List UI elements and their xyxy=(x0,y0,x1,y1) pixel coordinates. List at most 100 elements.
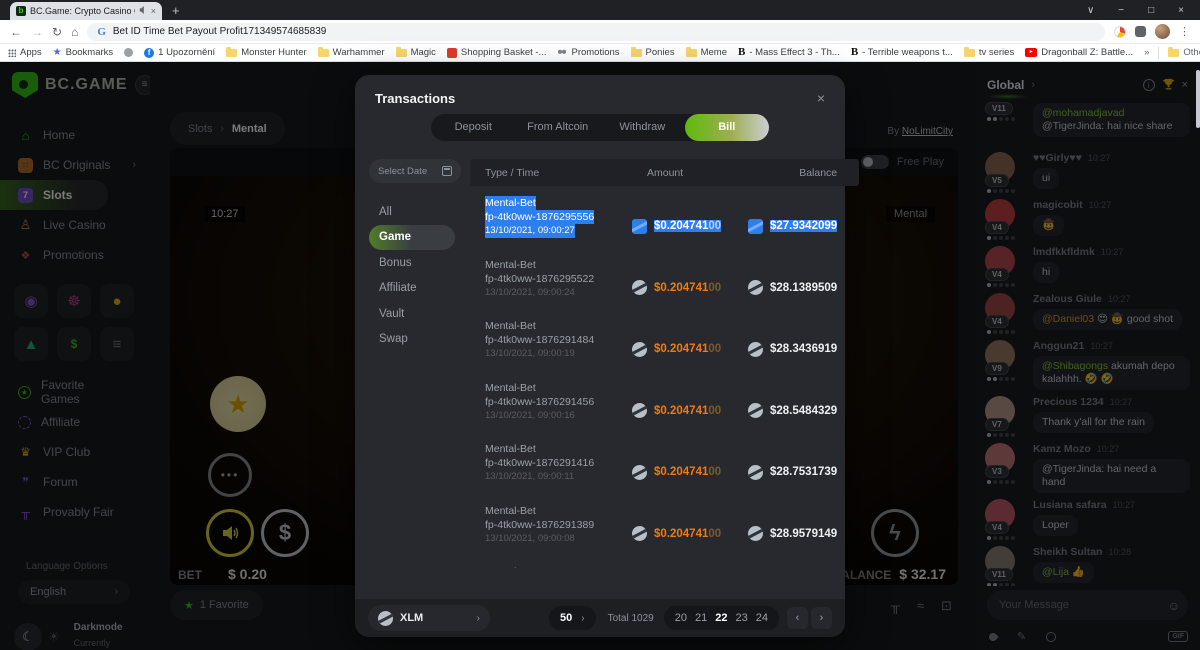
page-size-select[interactable]: 50 › xyxy=(549,606,596,630)
page-number[interactable]: 23 xyxy=(736,612,748,624)
modal-tab[interactable]: Withdraw xyxy=(600,114,685,141)
table-row[interactable]: Mental-Bet fp-4tk0ww-1876291416 13/10/20… xyxy=(470,432,859,494)
bookmark-item[interactable]: Ponies xyxy=(631,47,675,58)
tab-mute-icon[interactable] xyxy=(139,6,147,16)
prev-page-button[interactable]: ‹ xyxy=(787,607,808,629)
bookmark-icon xyxy=(318,49,329,57)
txn-amount-zeros: 00 xyxy=(708,528,721,540)
bookmark-item[interactable]: B - Terrible weapons t... xyxy=(851,47,953,58)
window-close-icon[interactable]: × xyxy=(1178,5,1184,16)
other-bookmarks[interactable]: Other bookmarks xyxy=(1168,47,1200,58)
modal-close-icon[interactable]: × xyxy=(817,91,825,106)
window-menu-icon[interactable]: ∨ xyxy=(1087,5,1094,16)
txn-rows: Mental-Bet fp-4tk0ww-1876295556 13/10/20… xyxy=(470,186,859,568)
total-count: Total 1029 xyxy=(608,613,654,624)
txn-date: 13/10/2021, 09:00:19 xyxy=(485,347,575,361)
extensions-puzzle-icon[interactable] xyxy=(1135,26,1146,37)
chevron-right-icon: › xyxy=(477,613,480,624)
modal-tab[interactable]: Deposit xyxy=(431,114,516,141)
modal-tabs: DepositFrom AltcoinWithdrawBill xyxy=(431,114,769,141)
bookmark-item[interactable]: Monster Hunter xyxy=(226,47,306,58)
txn-balance: $28.7531739 xyxy=(770,466,837,478)
bookmark-item[interactable]: Shopping Basket -... xyxy=(447,47,547,58)
txn-id: fp-4tk0ww-1876291484 xyxy=(485,333,594,347)
extension-icon[interactable] xyxy=(1114,26,1126,38)
bookmark-icon xyxy=(396,49,407,57)
address-bar[interactable]: G Bet ID Time Bet Payout Profit171349574… xyxy=(87,23,1105,41)
bookmark-item[interactable]: tv series xyxy=(964,47,1014,58)
modal-title: Transactions xyxy=(375,91,455,106)
modal-tab[interactable]: From Altcoin xyxy=(516,114,601,141)
modal-menu-item[interactable]: All xyxy=(369,199,455,225)
bookmark-item[interactable]: B - Mass Effect 3 - Th... xyxy=(738,47,840,58)
window-minimize-icon[interactable]: − xyxy=(1118,5,1124,16)
bookmark-item[interactable]: Promotions xyxy=(557,47,619,58)
modal-menu-item[interactable]: Vault xyxy=(369,301,455,327)
url-text: Bet ID Time Bet Payout Profit17134957468… xyxy=(113,26,326,37)
modal-menu-item[interactable]: Bonus xyxy=(369,250,455,276)
modal-menu-item[interactable]: Swap xyxy=(369,327,455,353)
bookmark-item[interactable]: ★ Bookmarks xyxy=(53,47,113,58)
currency-select[interactable]: XLM › xyxy=(368,605,490,631)
tab-close-icon[interactable]: × xyxy=(151,6,156,16)
modal-menu-item[interactable]: Affiliate xyxy=(369,276,455,302)
table-row[interactable]: Mental-Bet fp-4tk0ww-1876291456 13/10/20… xyxy=(470,371,859,433)
table-row[interactable]: Mental-Bet fp-4tk0ww-1876295522 13/10/20… xyxy=(470,248,859,310)
bookmark-item[interactable]: Magic xyxy=(396,47,436,58)
currency-code: XLM xyxy=(400,612,423,624)
window-maximize-icon[interactable]: □ xyxy=(1148,5,1154,16)
browser-toolbar: ← → ↻ ⌂ G Bet ID Time Bet Payout Profit1… xyxy=(0,20,1200,44)
home-icon[interactable]: ⌂ xyxy=(71,26,78,38)
bookmark-icon: B xyxy=(738,48,745,57)
page-number[interactable]: 22 xyxy=(715,612,727,624)
page-scrollbar[interactable] xyxy=(1196,70,1200,128)
bookmark-icon xyxy=(686,49,697,57)
bookmark-icon xyxy=(631,49,642,57)
profile-avatar[interactable] xyxy=(1155,24,1170,39)
back-icon[interactable]: ← xyxy=(10,26,22,38)
modal-menu-item[interactable]: Game xyxy=(369,225,455,251)
page-number[interactable]: 24 xyxy=(756,612,768,624)
page-number[interactable]: 20 xyxy=(675,612,687,624)
txn-id: fp-4tk0ww-1876291389 xyxy=(485,518,594,532)
folder-icon xyxy=(1168,49,1179,57)
transactions-modal: Transactions × DepositFrom AltcoinWithdr… xyxy=(355,75,845,637)
browser-tab[interactable]: b BC.Game: Crypto Casino Gam × xyxy=(10,2,162,20)
txn-date: 13/10/2021, 09:00:27 xyxy=(485,224,575,238)
xlm-coin-icon xyxy=(748,219,763,234)
calendar-icon xyxy=(442,166,452,176)
bookmark-item[interactable]: Apps xyxy=(8,47,42,58)
chevron-right-icon: › xyxy=(581,613,584,624)
bcgame-favicon: b xyxy=(16,6,26,16)
xlm-coin-icon xyxy=(748,526,763,541)
txn-amount: $0.20474100 xyxy=(654,220,721,232)
txn-amount: $0.20474100 xyxy=(654,405,721,417)
reload-icon[interactable]: ↻ xyxy=(52,26,62,38)
bookmark-item[interactable]: Meme xyxy=(686,47,727,58)
table-row[interactable]: Mental-Bet fp-4tk0ww-1876291484 13/10/20… xyxy=(470,309,859,371)
bookmarks-overflow-icon[interactable]: » xyxy=(1144,47,1149,58)
page-number[interactable]: 21 xyxy=(695,612,707,624)
browser-menu-icon[interactable]: ⋮ xyxy=(1179,25,1190,38)
bookmark-icon xyxy=(964,49,975,57)
bookmark-item[interactable]: Warhammer xyxy=(318,47,385,58)
bookmark-icon xyxy=(226,49,237,57)
bookmark-icon: ★ xyxy=(53,49,62,57)
next-page-button[interactable]: › xyxy=(811,607,832,629)
bookmark-icon xyxy=(447,48,457,58)
modal-tab[interactable]: Bill xyxy=(685,114,770,141)
txn-amount-zeros: 00 xyxy=(708,282,721,294)
bookmark-item[interactable]: f 1 Upozornění xyxy=(144,47,215,58)
new-tab-button[interactable]: + xyxy=(172,3,180,18)
forward-icon[interactable]: → xyxy=(31,26,43,38)
xlm-coin-icon xyxy=(632,342,647,357)
table-row[interactable]: Mental-Bet fp-4tk0ww-1876291355 13/10/20… xyxy=(470,555,859,568)
select-date-button[interactable]: Select Date xyxy=(369,159,461,183)
bookmark-item[interactable]: ▸ Dragonball Z: Battle... xyxy=(1025,47,1133,58)
xlm-coin-icon xyxy=(378,611,393,626)
table-row[interactable]: Mental-Bet fp-4tk0ww-1876291389 13/10/20… xyxy=(470,494,859,556)
bookmark-item[interactable] xyxy=(124,48,133,57)
table-row[interactable]: Mental-Bet fp-4tk0ww-1876295556 13/10/20… xyxy=(470,186,859,248)
txn-balance: $28.9579149 xyxy=(770,528,837,540)
tab-strip: b BC.Game: Crypto Casino Gam × + ∨ − □ × xyxy=(0,0,1200,20)
